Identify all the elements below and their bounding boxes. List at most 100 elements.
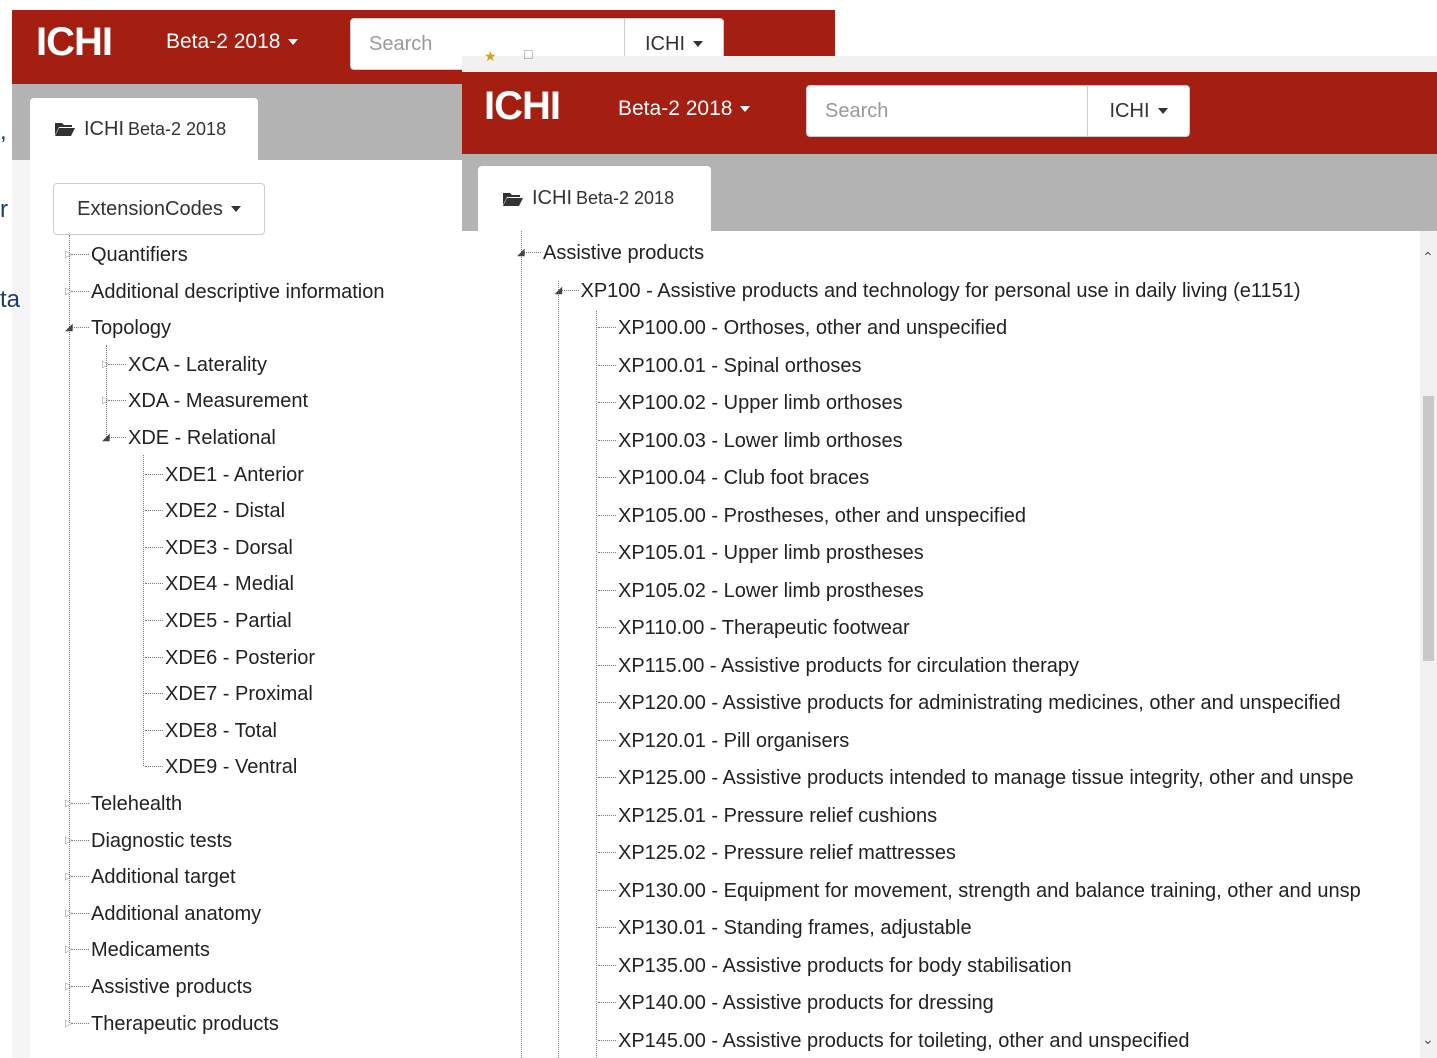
tree-node-separator: -	[705, 917, 724, 939]
tree-node[interactable]: Quantifiers	[91, 243, 188, 267]
tree-collapsed-icon[interactable]: ▷	[65, 836, 73, 846]
tree-node[interactable]: XP105.01 - Upper limb prostheses	[618, 541, 924, 565]
tree-node[interactable]: XP120.00 - Assistive products for admini…	[618, 691, 1341, 715]
tree-node[interactable]: Assistive products	[543, 241, 704, 265]
tree-node-separator: -	[217, 610, 236, 632]
brand-logo[interactable]: ICHI	[36, 20, 113, 65]
tree-node[interactable]: XDE5 - Partial	[165, 609, 292, 633]
tree-connector	[598, 665, 616, 666]
tree-node-label: Partial	[235, 610, 292, 632]
tree-node[interactable]: XP105.02 - Lower limb prostheses	[618, 579, 924, 603]
navbar: ICHI Beta-2 2018 Search ICHI	[462, 72, 1437, 154]
vertical-scrollbar[interactable]: ⌃ ⌄	[1420, 231, 1437, 1058]
tree-guide-line	[143, 455, 144, 766]
tree-node[interactable]: XP100.02 - Upper limb orthoses	[618, 391, 903, 415]
tree-node[interactable]: Therapeutic products	[91, 1012, 279, 1036]
tree-collapsed-icon[interactable]: ▷	[65, 287, 73, 297]
tree-node[interactable]: XP100.00 - Orthoses, other and unspecifi…	[618, 316, 1007, 340]
tree-node[interactable]: XDA - Measurement	[128, 389, 308, 413]
tree-collapsed-icon[interactable]: ▷	[65, 1019, 73, 1029]
tree-collapsed-icon[interactable]: ▷	[65, 799, 73, 809]
tree-node[interactable]: XDE3 - Dorsal	[165, 536, 293, 560]
tree-collapsed-icon[interactable]: ▷	[65, 250, 73, 260]
tree-node[interactable]: Telehealth	[91, 792, 182, 816]
caret-down-icon	[1157, 108, 1168, 114]
tree-node-separator: -	[705, 955, 723, 977]
tree-expanded-icon[interactable]: ◢	[102, 433, 110, 443]
star-icon: ★	[484, 48, 497, 64]
tree-node[interactable]: XP130.00 - Equipment for movement, stren…	[618, 879, 1361, 903]
tree-expanded-icon[interactable]: ◢	[517, 248, 525, 258]
tree-node-label: Pressure relief mattresses	[723, 842, 956, 864]
scrollbar-thumb[interactable]	[1423, 396, 1434, 661]
tree-node[interactable]: XP115.00 - Assistive products for circul…	[618, 654, 1079, 678]
version-dropdown[interactable]: Beta-2 2018	[166, 30, 299, 54]
tree-node[interactable]: XP120.01 - Pill organisers	[618, 729, 849, 753]
tree-node[interactable]: Additional descriptive information	[91, 280, 385, 304]
tree-node[interactable]: XDE1 - Anterior	[165, 463, 304, 487]
tree-expanded-icon[interactable]: ◢	[555, 286, 563, 296]
tree-collapsed-icon[interactable]: ▷	[102, 360, 110, 370]
tree-node[interactable]: XDE2 - Distal	[165, 499, 285, 523]
tree-node[interactable]: XP100.04 - Club foot braces	[618, 466, 869, 490]
tree-node[interactable]: XDE6 - Posterior	[165, 646, 315, 670]
tree-node-code: XP135.00	[618, 955, 706, 977]
tree-node[interactable]: XP130.01 - Standing frames, adjustable	[618, 916, 972, 940]
tree-collapsed-icon[interactable]: ▷	[65, 982, 73, 992]
tree-node-separator: -	[217, 573, 236, 595]
tree-node[interactable]: XP100.01 - Spinal orthoses	[618, 354, 862, 378]
tree-node-code: XDE6	[165, 647, 218, 669]
tree-node[interactable]: XDE8 - Total	[165, 719, 277, 743]
tree-collapsed-icon[interactable]: ▷	[65, 909, 73, 919]
tree-node-label: Equipment for movement, strength and bal…	[723, 880, 1361, 902]
tree-connector	[108, 364, 126, 365]
tree-node[interactable]: XP110.00 - Therapeutic footwear	[618, 616, 910, 640]
tree-guide-line	[596, 311, 597, 1058]
version-dropdown[interactable]: Beta-2 2018	[618, 97, 751, 121]
tree-node[interactable]: XP140.00 - Assistive products for dressi…	[618, 991, 994, 1015]
tree-node[interactable]: Additional target	[91, 865, 236, 889]
tree-node[interactable]: Medicaments	[91, 938, 210, 962]
scroll-down-icon[interactable]: ⌄	[1422, 1031, 1434, 1048]
tree-node[interactable]: XP125.02 - Pressure relief mattresses	[618, 841, 956, 865]
extension-codes-dropdown[interactable]: ExtensionCodes	[53, 183, 265, 235]
tree-node[interactable]: Topology	[91, 316, 171, 340]
tab-subtitle: Beta-2 2018	[576, 188, 675, 208]
tree-node[interactable]: Additional anatomy	[91, 902, 261, 926]
tree-connector	[598, 440, 616, 441]
tab-ichi[interactable]: ICHI Beta-2 2018	[478, 166, 711, 231]
tree-node[interactable]: Diagnostic tests	[91, 829, 232, 853]
tree-expanded-icon[interactable]: ◢	[65, 323, 73, 333]
tree-node[interactable]: XDE - Relational	[128, 426, 276, 450]
scroll-up-icon[interactable]: ⌃	[1422, 249, 1434, 266]
tree-node-label: Posterior	[235, 647, 316, 669]
tree-connector	[145, 766, 163, 767]
tab-ichi[interactable]: ICHI Beta-2 2018	[30, 98, 258, 160]
tree-node[interactable]: XDE4 - Medial	[165, 572, 294, 596]
tree-node[interactable]: XDE7 - Proximal	[165, 682, 313, 706]
tree-node-separator: -	[640, 280, 658, 302]
tree-node[interactable]: XP145.00 - Assistive products for toilet…	[618, 1029, 1189, 1053]
tree-node[interactable]: XDE9 - Ventral	[165, 755, 297, 779]
search-input[interactable]: Search	[806, 85, 1088, 137]
tree-connector	[598, 852, 616, 853]
tree-node-code: XDE8	[165, 720, 218, 742]
tree-node-code: XP120.01	[618, 730, 706, 752]
tree-connector	[598, 590, 616, 591]
tree-node[interactable]: XP135.00 - Assistive products for body s…	[618, 954, 1072, 978]
brand-logo[interactable]: ICHI	[484, 84, 561, 129]
tree-node[interactable]: XP100 - Assistive products and technolog…	[581, 279, 1301, 303]
tree-node[interactable]: XP125.00 - Assistive products intended t…	[618, 766, 1354, 790]
tree-node[interactable]: XCA - Laterality	[128, 353, 267, 377]
tree-connector	[598, 702, 616, 703]
tree-node[interactable]: Assistive products	[91, 975, 252, 999]
tree-node-label: Upper limb prostheses	[723, 542, 924, 564]
tree-collapsed-icon[interactable]: ▷	[102, 396, 110, 406]
tree-node-separator: -	[705, 805, 724, 827]
tree-collapsed-icon[interactable]: ▷	[65, 945, 73, 955]
tree-collapsed-icon[interactable]: ▷	[65, 872, 73, 882]
tree-node[interactable]: XP125.01 - Pressure relief cushions	[618, 804, 937, 828]
search-scope-dropdown[interactable]: ICHI	[1087, 85, 1190, 137]
tree-node[interactable]: XP105.00 - Prostheses, other and unspeci…	[618, 504, 1026, 528]
tree-node[interactable]: XP100.03 - Lower limb orthoses	[618, 429, 903, 453]
